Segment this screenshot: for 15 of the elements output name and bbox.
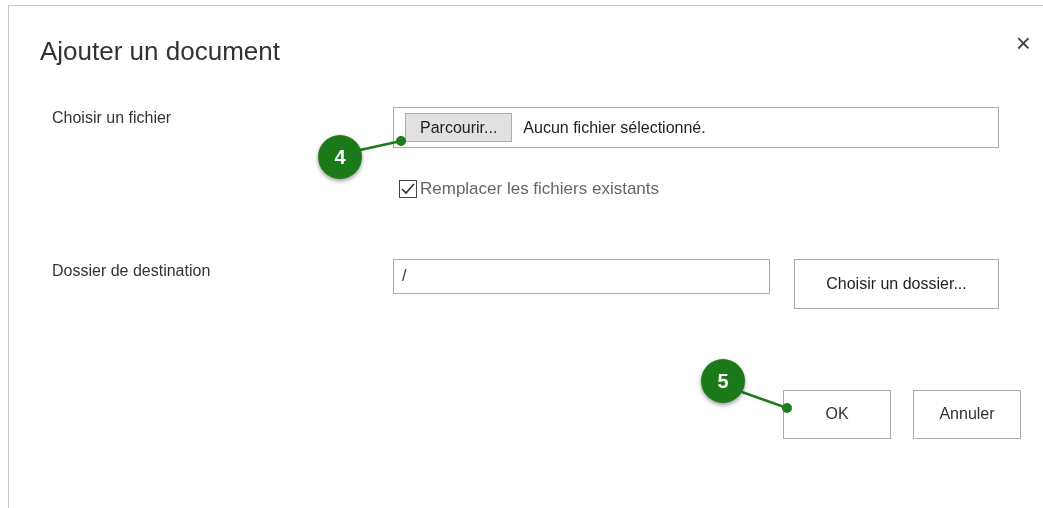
checkbox[interactable] <box>399 179 417 198</box>
file-status: Aucun fichier sélectionné. <box>523 117 706 138</box>
leader-line <box>740 388 794 414</box>
file-input[interactable]: Parcourir... Aucun fichier sélectionné. <box>393 107 999 148</box>
check-icon <box>401 182 415 195</box>
folder-field[interactable]: / <box>393 258 770 294</box>
close-button[interactable]: × <box>1015 30 1031 56</box>
dialog-title: Ajouter un document <box>40 35 280 68</box>
field-label: Choisir un fichier <box>52 108 172 128</box>
checkbox-label: Remplacer les fichiers existants <box>420 178 660 200</box>
browse-button[interactable]: Parcourir... <box>405 113 513 142</box>
choose-folder-button[interactable]: Choisir un dossier... <box>794 258 999 309</box>
cancel-button[interactable]: Annuler <box>913 389 1021 439</box>
field-label: Dossier de destination <box>52 260 211 281</box>
ok-button[interactable]: OK <box>783 389 891 439</box>
